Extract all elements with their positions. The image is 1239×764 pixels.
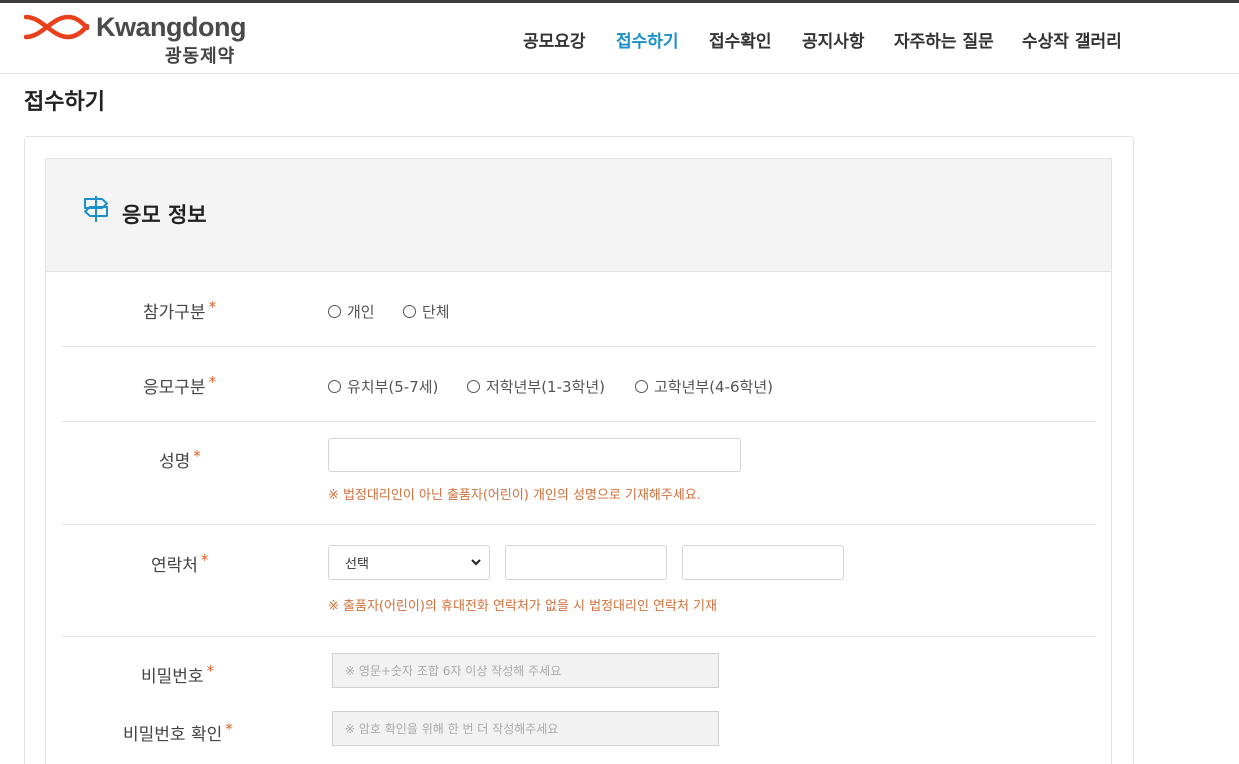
category-label-text: 응모구분 [143, 378, 206, 398]
brand-logo[interactable]: Kwangdong 광동제약 [24, 12, 246, 68]
name-label: 성명 * [159, 447, 201, 472]
radio-lower-grade[interactable]: 저학년부(1-3학년) [467, 376, 605, 397]
nav-item-notice[interactable]: 공지사항 [802, 27, 865, 52]
radio-circle-icon[interactable] [467, 380, 480, 393]
required-mark: * [208, 373, 217, 391]
phone-middle-input[interactable] [505, 545, 667, 580]
password-confirm-label: 비밀번호 확인 * [123, 720, 233, 745]
radio-individual[interactable]: 개인 [328, 301, 375, 322]
radio-label: 고학년부(4-6학년) [654, 378, 774, 396]
row-divider [62, 524, 1096, 525]
password-confirm-input[interactable] [332, 711, 719, 746]
password-confirm-label-text: 비밀번호 확인 [123, 725, 223, 745]
kwangdong-logo-icon [24, 14, 90, 40]
section-title: 응모 정보 [122, 203, 207, 227]
radio-kindergarten[interactable]: 유치부(5-7세) [328, 376, 438, 397]
name-note: ※ 법정대리인이 아닌 출품자(어린이) 개인의 성명으로 기재해주세요. [328, 488, 701, 503]
radio-circle-icon[interactable] [328, 305, 341, 318]
name-label-text: 성명 [159, 452, 191, 472]
page-title: 접수하기 [24, 90, 105, 115]
brand-name-ko: 광동제약 [165, 46, 236, 67]
radio-circle-icon[interactable] [403, 305, 416, 318]
password-input[interactable] [332, 653, 719, 688]
radio-label: 유치부(5-7세) [347, 378, 439, 396]
password-label: 비밀번호 * [141, 662, 214, 687]
radio-label: 단체 [422, 303, 450, 321]
radio-circle-icon[interactable] [328, 380, 341, 393]
radio-group[interactable]: 단체 [403, 301, 450, 322]
category-label: 응모구분 * [143, 373, 216, 398]
participation-label-text: 참가구분 [143, 303, 206, 323]
chevron-down-icon [469, 555, 483, 573]
radio-label: 저학년부(1-3학년) [486, 378, 606, 396]
required-mark: * [206, 662, 215, 680]
site-header: Kwangdong 광동제약 공모요강 접수하기 접수확인 공지사항 자주하는 … [0, 3, 1239, 74]
nav-item-faq[interactable]: 자주하는 질문 [894, 27, 994, 52]
phone-prefix-select[interactable]: 선택 [328, 545, 490, 580]
brand-name-en: Kwangdong [96, 12, 246, 42]
row-divider [62, 421, 1096, 422]
signpost-icon [82, 195, 110, 227]
nav-item-check[interactable]: 접수확인 [709, 27, 772, 52]
radio-upper-grade[interactable]: 고학년부(4-6학년) [635, 376, 773, 397]
required-mark: * [225, 720, 233, 738]
contact-label-text: 연락처 [151, 556, 198, 576]
section-header: 응모 정보 [46, 159, 1111, 272]
phone-last-input[interactable] [682, 545, 844, 580]
contact-note: ※ 출품자(어린이)의 휴대전화 연락처가 없을 시 법정대리인 연락처 기재 [328, 599, 717, 614]
select-value: 선택 [345, 557, 369, 572]
required-mark: * [200, 551, 209, 569]
required-mark: * [208, 298, 217, 316]
nav-item-apply[interactable]: 접수하기 [616, 27, 679, 52]
required-mark: * [193, 447, 201, 465]
password-label-text: 비밀번호 [141, 667, 204, 687]
radio-label: 개인 [347, 303, 375, 321]
name-input[interactable] [328, 438, 741, 472]
contact-label: 연락처 * [151, 551, 208, 576]
nav-item-gallery[interactable]: 수상작 갤러리 [1022, 27, 1122, 52]
radio-circle-icon[interactable] [635, 380, 648, 393]
row-divider [62, 636, 1096, 637]
participation-label: 참가구분 * [143, 298, 216, 323]
row-divider [62, 346, 1096, 347]
nav-item-guidelines[interactable]: 공모요강 [523, 27, 586, 52]
